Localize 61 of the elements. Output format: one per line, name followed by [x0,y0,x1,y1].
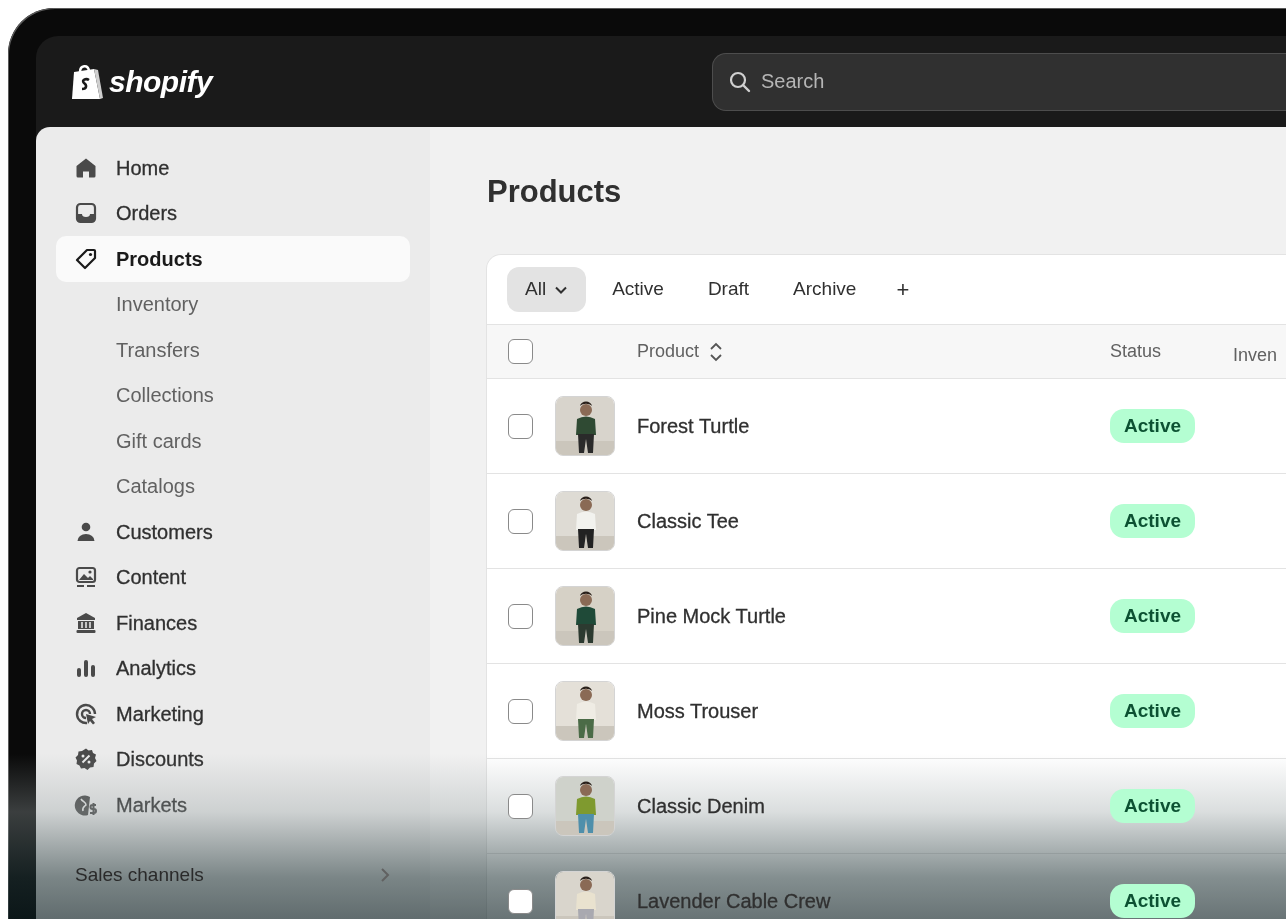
row-checkbox[interactable] [508,888,533,914]
add-view-button[interactable]: + [882,267,924,312]
row-checkbox[interactable] [508,603,533,629]
row-checkbox[interactable] [508,698,533,724]
shopping-bag-icon [69,62,103,101]
row-checkbox[interactable] [508,413,533,439]
tag-icon [74,246,98,271]
status-badge: Active [1110,598,1196,634]
sidebar-subitem[interactable]: Gift cards [56,418,410,464]
sidebar-item[interactable]: Marketing [56,691,410,737]
status-badge: Active [1110,693,1196,729]
table-row[interactable]: Forest Turtle Active [487,379,1286,474]
column-header: Inven [1233,345,1278,365]
sidebar-item[interactable]: Orders [56,190,410,236]
sidebar-item[interactable]: Finances [56,600,410,646]
bank-icon [74,610,98,635]
sidebar-subitem[interactable]: Collections [56,372,410,418]
table-row[interactable]: Pine Mock Turtle Active [487,569,1286,664]
product-name[interactable]: Forest Turtle [637,415,750,437]
filter-tab[interactable]: Active [594,267,682,312]
filter-tab[interactable]: Draft [689,267,768,312]
inbox-icon [74,201,98,226]
status-badge: Active [1110,408,1196,444]
filter-tab[interactable]: Archive [775,267,875,312]
monitor-image-icon [74,565,98,590]
logo-text: shopify [109,64,213,100]
chevron-down-icon [554,284,569,295]
column-header: Status [1110,341,1162,361]
search-field[interactable]: Search [712,52,1286,111]
target-cursor-icon [74,701,98,726]
table-row[interactable]: Classic Denim Active [487,759,1286,854]
product-name[interactable]: Classic Denim [637,795,765,817]
status-badge: Active [1110,503,1196,539]
select-all-checkbox[interactable] [508,339,533,364]
chevron-right-icon [378,866,392,884]
discount-badge-icon [74,747,98,772]
table-row[interactable]: Classic Tee Active [487,474,1286,569]
sidebar-subitem[interactable]: Inventory [56,281,410,327]
status-badge: Active [1110,883,1196,919]
sidebar-item[interactable]: Products [56,236,410,282]
sidebar-item[interactable]: Customers [56,509,410,555]
sidebar-item[interactable]: Home [56,145,410,191]
sidebar-subitem[interactable]: Transfers [56,327,410,373]
section-header[interactable]: Sales channels [56,852,410,898]
product-name[interactable]: Classic Tee [637,510,739,532]
sort-icon[interactable] [709,340,724,363]
sidebar-subitem[interactable]: Catalogs [56,463,410,509]
row-checkbox[interactable] [508,793,533,819]
section-label: Sales channels [75,862,204,887]
product-name[interactable]: Pine Mock Turtle [637,605,786,627]
column-header[interactable]: Product [637,338,700,365]
sidebar-item[interactable]: Analytics [56,645,410,691]
page-title: Products [487,173,623,211]
filter-tab[interactable]: All [507,267,587,312]
status-badge: Active [1110,788,1196,824]
sidebar-item[interactable]: Markets [56,782,410,828]
row-checkbox[interactable] [508,508,533,534]
sidebar-item[interactable]: Discounts [56,736,410,782]
sidebar-item[interactable]: Content [56,554,410,600]
product-name[interactable]: Moss Trouser [637,700,759,722]
table-row[interactable]: Lavender Cable Crew Active [487,854,1286,919]
